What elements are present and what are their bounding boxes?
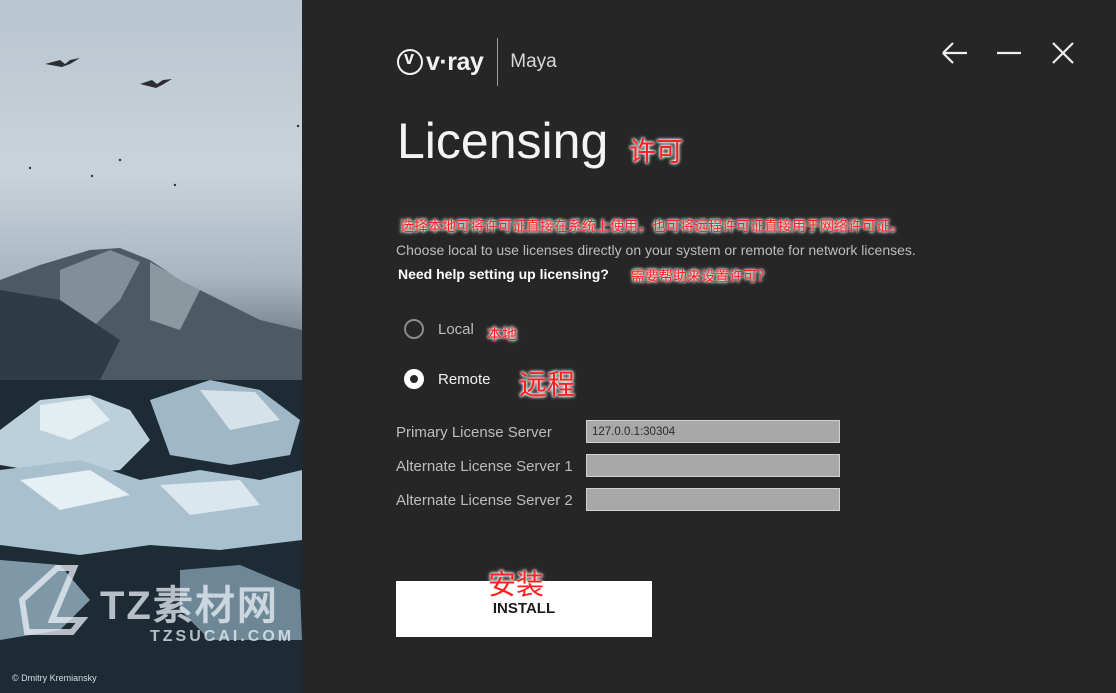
main-panel: v·ray Maya Licensing 许可 选择本地可将许可证直接在系统上使… bbox=[302, 0, 1116, 693]
license-local-radio[interactable]: Local bbox=[404, 319, 474, 339]
page-description: Choose local to use licenses directly on… bbox=[396, 242, 916, 258]
side-photo: TZ素材网 TZSUCAI.COM © Dmitry Kremiansky bbox=[0, 0, 302, 693]
vray-mark-icon bbox=[397, 48, 423, 75]
logo-divider bbox=[497, 38, 499, 86]
alternate-server-2-label: Alternate License Server 2 bbox=[396, 492, 573, 509]
back-button[interactable] bbox=[940, 38, 970, 68]
title-annotation: 许可 bbox=[629, 137, 683, 168]
photo-credit: © Dmitry Kremiansky bbox=[12, 673, 97, 683]
minimize-button[interactable] bbox=[994, 38, 1024, 68]
install-annotation: 安装 bbox=[488, 568, 545, 601]
vray-brand-text: v·ray bbox=[426, 47, 484, 76]
arrow-left-icon bbox=[942, 42, 967, 64]
page-title: Licensing bbox=[397, 113, 609, 169]
help-annotation: 需要帮助来设置许可？ bbox=[631, 269, 771, 285]
remote-annotation: 远程 bbox=[519, 368, 576, 401]
radio-unchecked-icon bbox=[404, 319, 424, 339]
primary-server-label: Primary License Server bbox=[396, 424, 552, 441]
license-remote-radio[interactable]: Remote bbox=[404, 369, 491, 389]
radio-checked-icon bbox=[404, 369, 424, 389]
close-icon bbox=[1052, 42, 1074, 64]
primary-server-input[interactable] bbox=[586, 420, 840, 443]
close-button[interactable] bbox=[1048, 38, 1078, 68]
watermark-subtext: TZSUCAI.COM bbox=[150, 628, 295, 645]
installer-window: TZ素材网 TZSUCAI.COM © Dmitry Kremiansky v·… bbox=[0, 0, 1116, 693]
app-logo: v·ray Maya bbox=[397, 38, 557, 86]
watermark-text: TZ素材网 bbox=[100, 584, 279, 628]
alternate-server-1-input[interactable] bbox=[586, 454, 840, 477]
product-name: Maya bbox=[510, 51, 557, 72]
help-link[interactable]: Need help setting up licensing? bbox=[398, 266, 609, 282]
description-annotation: 选择本地可将许可证直接在系统上使用，也可将远程许可证直接用于网络许可证。 bbox=[400, 219, 904, 235]
vray-logo: v·ray bbox=[397, 47, 484, 77]
minimize-icon bbox=[997, 51, 1021, 55]
alternate-server-1-label: Alternate License Server 1 bbox=[396, 458, 573, 475]
local-annotation: 本地 bbox=[487, 325, 518, 343]
alternate-server-2-input[interactable] bbox=[586, 488, 840, 511]
remote-label: Remote bbox=[438, 370, 491, 388]
local-label: Local bbox=[438, 320, 474, 338]
